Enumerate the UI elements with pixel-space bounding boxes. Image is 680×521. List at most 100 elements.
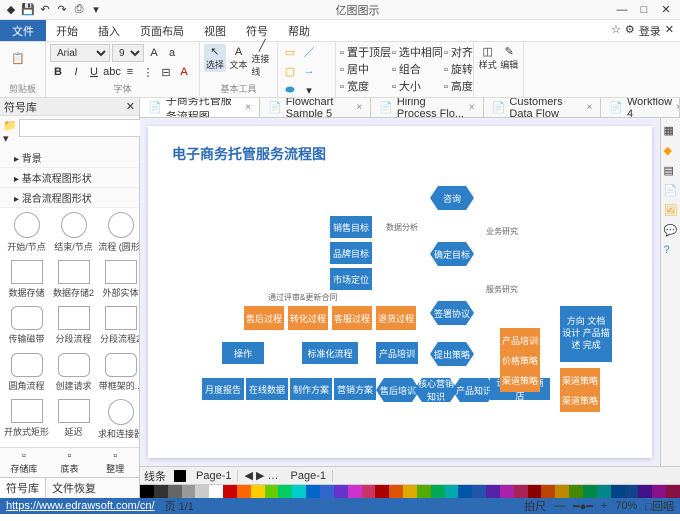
arrange-1[interactable]: ▫ 选中相同 (392, 44, 443, 60)
rpanel-chat[interactable]: 💬 (664, 224, 678, 238)
doc-tab-1[interactable]: 📄Flowchart Sample 5× (260, 98, 371, 117)
doc-tab-3[interactable]: 📄Customers Data Flow× (484, 98, 602, 117)
color-swatch-38[interactable] (666, 485, 680, 498)
color-swatch-10[interactable] (278, 485, 292, 498)
align[interactable]: ⊟ (158, 64, 174, 80)
font-family[interactable]: Arial (50, 44, 110, 62)
symbol-search[interactable] (19, 119, 157, 137)
node-10[interactable]: 操作 (222, 342, 264, 364)
color-swatch-22[interactable] (445, 485, 459, 498)
node-8[interactable]: 客服过程 (332, 306, 372, 330)
shape-4[interactable]: 数据存储2 (53, 260, 94, 302)
status-link[interactable]: https://www.edrawsoft.com/cn/ (6, 500, 155, 512)
arrange-5[interactable]: ▫ 旋转 (444, 61, 473, 77)
color-swatch-33[interactable] (597, 485, 611, 498)
menu-tab-0[interactable]: 开始 (46, 23, 88, 41)
color-swatch-3[interactable] (182, 485, 196, 498)
lib-bottom-0[interactable]: ▫存储库 (2, 450, 46, 475)
color-swatch-29[interactable] (541, 485, 555, 498)
color-swatch-21[interactable] (431, 485, 445, 498)
node-11[interactable]: 标准化流程 (302, 342, 358, 364)
arrange-3[interactable]: ▫ 居中 (340, 61, 391, 77)
select-tool[interactable]: ↖选择 (204, 44, 226, 72)
edit-button[interactable]: ✎编辑 (500, 44, 520, 72)
color-swatch-14[interactable] (334, 485, 348, 498)
shape-arrow[interactable]: → (301, 63, 317, 79)
arrange-8[interactable]: ▫ 高度 (444, 78, 473, 94)
color-swatch-12[interactable] (306, 485, 320, 498)
color-swatch-37[interactable] (652, 485, 666, 498)
win-min[interactable]: — (612, 3, 632, 17)
view-modes[interactable]: □回咽 (645, 498, 674, 514)
arrange-2[interactable]: ▫ 对齐 (444, 44, 473, 60)
node-15[interactable]: 在线数据 (246, 378, 288, 400)
rpanel-pic[interactable]: 🖼 (664, 204, 678, 218)
node-26[interactable]: 渠道策略 (560, 388, 600, 412)
file-menu[interactable]: 文件 (0, 20, 46, 41)
underline[interactable]: U (86, 64, 102, 80)
strike[interactable]: abc (104, 64, 120, 80)
color-swatch-28[interactable] (528, 485, 542, 498)
node-1[interactable]: 销售目标 (330, 216, 372, 238)
rpanel-page[interactable]: 📄 (664, 184, 678, 198)
lib-bottom-2[interactable]: ▫整理 (93, 450, 137, 475)
color-swatch-20[interactable] (417, 485, 431, 498)
shape-10[interactable]: 创建请求 (53, 353, 94, 395)
shape-12[interactable]: 开放式矩形 (4, 399, 49, 443)
lib-dropdown[interactable]: 📁▾ (3, 119, 17, 145)
win-close[interactable]: ✕ (656, 3, 676, 17)
menu-right-3[interactable]: ✕ (665, 23, 674, 39)
color-swatch-25[interactable] (486, 485, 500, 498)
color-swatch-1[interactable] (154, 485, 168, 498)
color-swatch-31[interactable] (569, 485, 583, 498)
color-swatch-4[interactable] (195, 485, 209, 498)
menu-tab-1[interactable]: 插入 (88, 23, 130, 41)
shape-rnd[interactable]: ▢ (282, 63, 298, 79)
node-24[interactable]: 渠道策略 (500, 368, 540, 392)
node-14[interactable]: 月度报告 (202, 378, 244, 400)
color-swatch-17[interactable] (375, 485, 389, 498)
color-swatch-34[interactable] (611, 485, 625, 498)
rpanel-layers[interactable]: ▤ (664, 164, 678, 178)
line-color[interactable] (174, 470, 186, 482)
canvas-page[interactable]: 电子商务托管服务流程图 咨询销售目标品牌目标市场定位确定目标签署协议售后过程转化… (148, 126, 652, 458)
list[interactable]: ⋮ (140, 64, 156, 80)
shape-1[interactable]: 结束/节点 (53, 212, 94, 256)
node-6[interactable]: 售后过程 (244, 306, 284, 330)
symbol-close[interactable]: ✕ (126, 100, 135, 113)
node-12[interactable]: 产品培训 (376, 342, 418, 364)
shape-11[interactable]: 带框架的... (98, 353, 139, 395)
style-button[interactable]: ◫样式 (478, 44, 498, 72)
qat-redo[interactable]: ↷ (55, 3, 69, 17)
page-tab-1[interactable]: Page-1 (190, 470, 238, 482)
zoom-in[interactable]: + (601, 500, 607, 512)
color-swatch-35[interactable] (625, 485, 639, 498)
zoom-slider[interactable]: ━●━ (573, 500, 593, 513)
node-2[interactable]: 品牌目标 (330, 242, 372, 264)
rpanel-help[interactable]: ? (664, 244, 678, 258)
doc-tab-0[interactable]: 📄子商务托管服务流程图× (140, 98, 260, 117)
category-1[interactable]: ▸ 基本流程图形状 (0, 168, 139, 188)
shape-8[interactable]: 分段流程2 (98, 306, 139, 348)
menu-tab-3[interactable]: 视图 (194, 23, 236, 41)
node-16[interactable]: 制作方案 (290, 378, 332, 400)
shape-line[interactable]: ／ (301, 44, 317, 60)
arrange-0[interactable]: ▫ 置于顶层 (340, 44, 391, 60)
qat-undo[interactable]: ↶ (38, 3, 52, 17)
color-swatch-32[interactable] (583, 485, 597, 498)
arrange-7[interactable]: ▫ 大小 (392, 78, 443, 94)
zoom-out[interactable]: — (554, 500, 565, 512)
doc-tab-2[interactable]: 📄Hiring Process Flo...× (371, 98, 484, 117)
shape-13[interactable]: 延迟 (53, 399, 94, 443)
bullets[interactable]: ≡ (122, 64, 138, 80)
font-shrink[interactable]: a (164, 45, 180, 61)
color-swatch-19[interactable] (403, 485, 417, 498)
node-18[interactable]: 售后培训 (376, 378, 420, 402)
color-swatch-6[interactable] (223, 485, 237, 498)
shape-2[interactable]: 流程 (圆形) (98, 212, 139, 256)
qat-save[interactable]: 💾 (21, 3, 35, 17)
menu-right-0[interactable]: ☆ (611, 23, 621, 39)
shape-more[interactable]: ▾ (301, 82, 317, 98)
node-5[interactable]: 签署协议 (430, 301, 474, 325)
color-swatch-13[interactable] (320, 485, 334, 498)
